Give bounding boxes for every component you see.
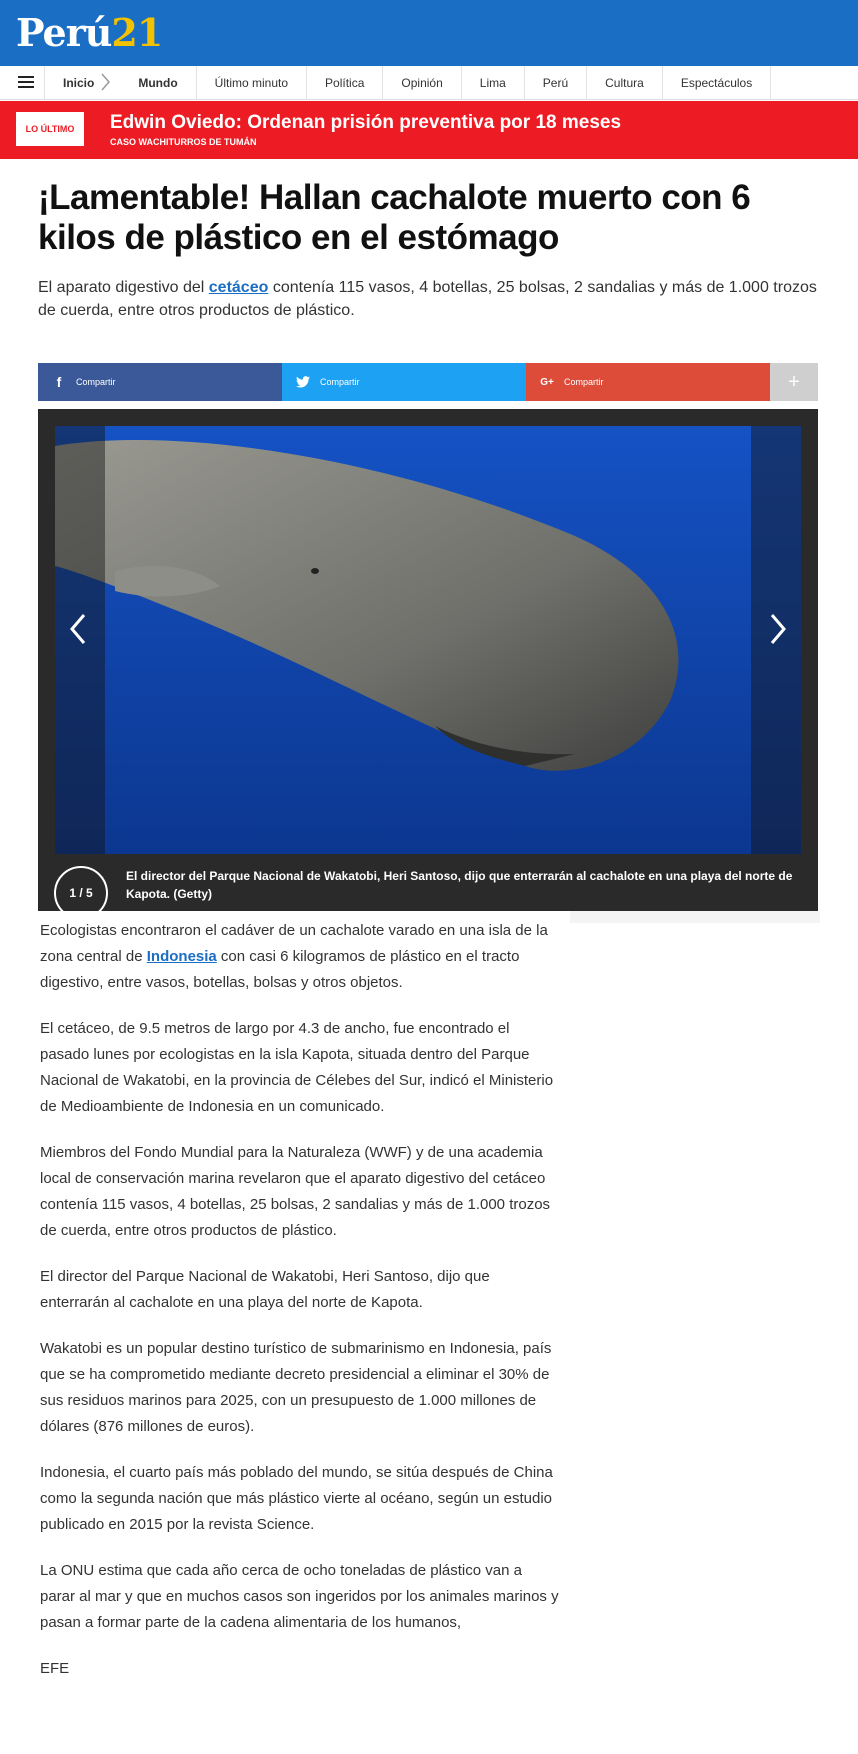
- nav-item-opinion[interactable]: Opinión: [382, 66, 460, 100]
- gallery-prev-arrow-icon[interactable]: [64, 609, 92, 649]
- article-body: Ecologistas encontraron el cadáver de un…: [40, 918, 560, 1702]
- share-facebook-button[interactable]: f Compartir: [38, 363, 282, 401]
- breaking-tag: LO ÚLTIMO: [16, 112, 84, 146]
- google-plus-icon: G+: [540, 376, 554, 388]
- main-nav: Inicio Mundo Último minuto Política Opin…: [0, 66, 858, 100]
- article-paragraph: El director del Parque Nacional de Wakat…: [40, 1268, 490, 1311]
- article-paragraph: La ONU estima que cada año cerca de ocho…: [40, 1562, 559, 1631]
- gallery-next-arrow-icon[interactable]: [764, 609, 792, 649]
- article-paragraph: El cetáceo, de 9.5 metros de largo por 4…: [40, 1020, 554, 1115]
- share-google-plus-button[interactable]: G+ Compartir: [526, 363, 770, 401]
- whale-image: [55, 426, 801, 854]
- nav-item-lima[interactable]: Lima: [460, 66, 524, 100]
- nav-item-politica[interactable]: Política: [306, 66, 382, 100]
- article-paragraph: Indonesia, el cuarto país más poblado de…: [40, 1464, 553, 1533]
- article-paragraph: Wakatobi es un popular destino turístico…: [40, 1340, 552, 1435]
- article-lead: El aparato digestivo del cetáceo contení…: [38, 279, 817, 319]
- nav-item-espectaculos[interactable]: Espectáculos: [661, 66, 772, 100]
- indonesia-link[interactable]: Indonesia: [147, 948, 217, 965]
- breaking-subtitle: CASO WACHITURROS DE TUMÁN: [110, 137, 257, 147]
- breadcrumb-chevron-icon: [101, 73, 111, 91]
- nav-item-peru[interactable]: Perú: [523, 66, 586, 100]
- site-header: Perú21: [0, 0, 858, 66]
- facebook-icon: f: [56, 374, 62, 390]
- sidebar-placeholder: [570, 911, 820, 923]
- gallery-photo-whale: [55, 426, 801, 854]
- article-signature: EFE: [40, 1660, 70, 1677]
- hamburger-menu-icon[interactable]: [18, 74, 34, 90]
- breaking-news-bar[interactable]: LO ÚLTIMO Edwin Oviedo: Ordenan prisión …: [0, 101, 858, 159]
- share-more-button[interactable]: +: [770, 363, 818, 401]
- plus-icon: +: [788, 370, 800, 393]
- gallery-caption: El director del Parque Nacional de Wakat…: [126, 869, 793, 901]
- site-logo[interactable]: Perú21: [16, 10, 163, 55]
- gallery-counter: 1 / 5: [54, 866, 108, 920]
- share-bar: f Compartir Compartir G+ Compartir +: [38, 363, 818, 401]
- nav-item-cultura[interactable]: Cultura: [586, 66, 662, 100]
- article-paragraph: Ecologistas encontraron el cadáver de un…: [40, 922, 548, 991]
- cetaceo-link[interactable]: cetáceo: [209, 279, 269, 296]
- nav-item-ultimo-minuto[interactable]: Último minuto: [195, 66, 306, 100]
- photo-gallery: 1 / 5 El director del Parque Nacional de…: [38, 409, 818, 920]
- article-title: ¡Lamentable! Hallan cachalote muerto con…: [38, 178, 751, 257]
- breaking-headline[interactable]: Edwin Oviedo: Ordenan prisión preventiva…: [110, 112, 621, 134]
- nav-item-mundo[interactable]: Mundo: [120, 66, 195, 100]
- article-paragraph: Miembros del Fondo Mundial para la Natur…: [40, 1144, 551, 1239]
- nav-item-inicio[interactable]: Inicio: [44, 66, 120, 100]
- share-twitter-button[interactable]: Compartir: [282, 363, 526, 401]
- twitter-icon: [296, 376, 310, 388]
